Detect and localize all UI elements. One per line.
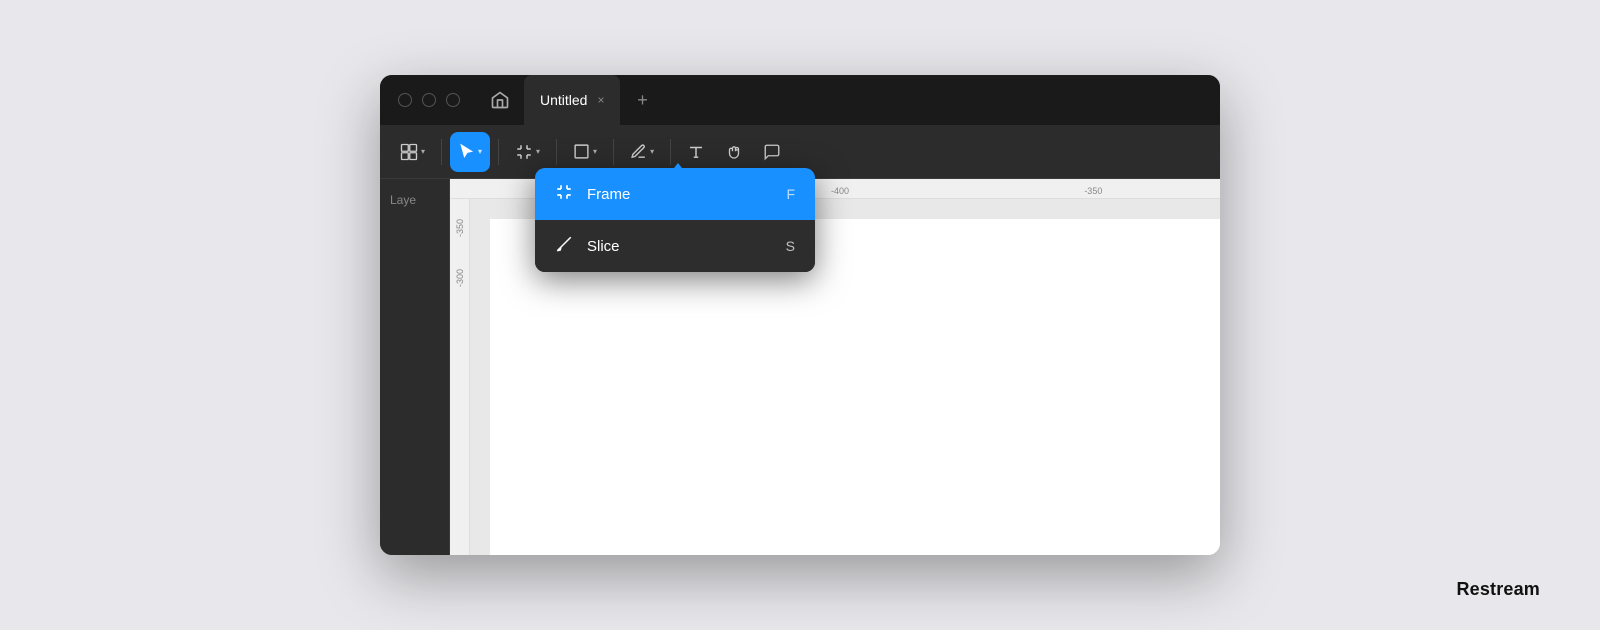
title-bar: Untitled × + [380, 75, 1220, 125]
toolbar-divider-5 [670, 139, 671, 165]
tab-title: Untitled [540, 92, 587, 108]
select-tool-btn[interactable]: ▾ [450, 132, 490, 172]
dropdown-arrow [670, 163, 686, 173]
window-minimize-btn[interactable] [422, 93, 436, 107]
left-panel: Laye [380, 179, 450, 555]
pen-tool-btn[interactable]: ▾ [622, 132, 662, 172]
ruler-mark-350: -350 [967, 186, 1220, 196]
frame-menu-shortcut: F [786, 186, 795, 202]
dropdown-item-frame[interactable]: Frame F [535, 168, 815, 220]
dropdown-item-slice-left: Slice [555, 235, 620, 258]
ruler-mark-side-300: -300 [455, 269, 465, 287]
window-maximize-btn[interactable] [446, 93, 460, 107]
comment-tool-btn[interactable] [755, 132, 789, 172]
tab-add-btn[interactable]: + [624, 82, 660, 118]
slice-menu-shortcut: S [786, 238, 795, 254]
pen-caret: ▾ [650, 147, 654, 156]
window-controls [380, 93, 478, 107]
dropdown-item-frame-left: Frame [555, 183, 630, 206]
active-tab[interactable]: Untitled × [524, 75, 620, 125]
tab-close-btn[interactable]: × [597, 93, 604, 107]
frame-tool-dropdown: Frame F Slice S [535, 168, 815, 272]
toolbar-divider-2 [498, 139, 499, 165]
slice-menu-icon [555, 235, 573, 258]
shape-caret: ▾ [593, 147, 597, 156]
layers-label: Laye [388, 189, 441, 211]
toolbar-divider-3 [556, 139, 557, 165]
toolbar-divider-4 [613, 139, 614, 165]
restream-brand: Restream [1457, 579, 1541, 600]
component-tool-btn[interactable]: ▾ [392, 132, 433, 172]
toolbar-divider-1 [441, 139, 442, 165]
home-icon[interactable] [478, 75, 522, 125]
shape-tool-btn[interactable]: ▾ [565, 132, 605, 172]
slice-menu-label: Slice [587, 238, 620, 255]
frame-caret: ▾ [536, 147, 540, 156]
window-close-btn[interactable] [398, 93, 412, 107]
frame-menu-label: Frame [587, 186, 630, 203]
hand-tool-btn[interactable] [717, 132, 751, 172]
dropdown-item-slice[interactable]: Slice S [535, 220, 815, 272]
component-caret: ▾ [421, 147, 425, 156]
select-caret: ▾ [478, 147, 482, 156]
ruler-mark-side-350: -350 [455, 219, 465, 237]
frame-menu-icon [555, 183, 573, 206]
app-window: Untitled × + ▾ ▾ [380, 75, 1220, 555]
ruler-side: -350 -300 [450, 199, 470, 555]
frame-tool-btn[interactable]: ▾ [507, 132, 548, 172]
